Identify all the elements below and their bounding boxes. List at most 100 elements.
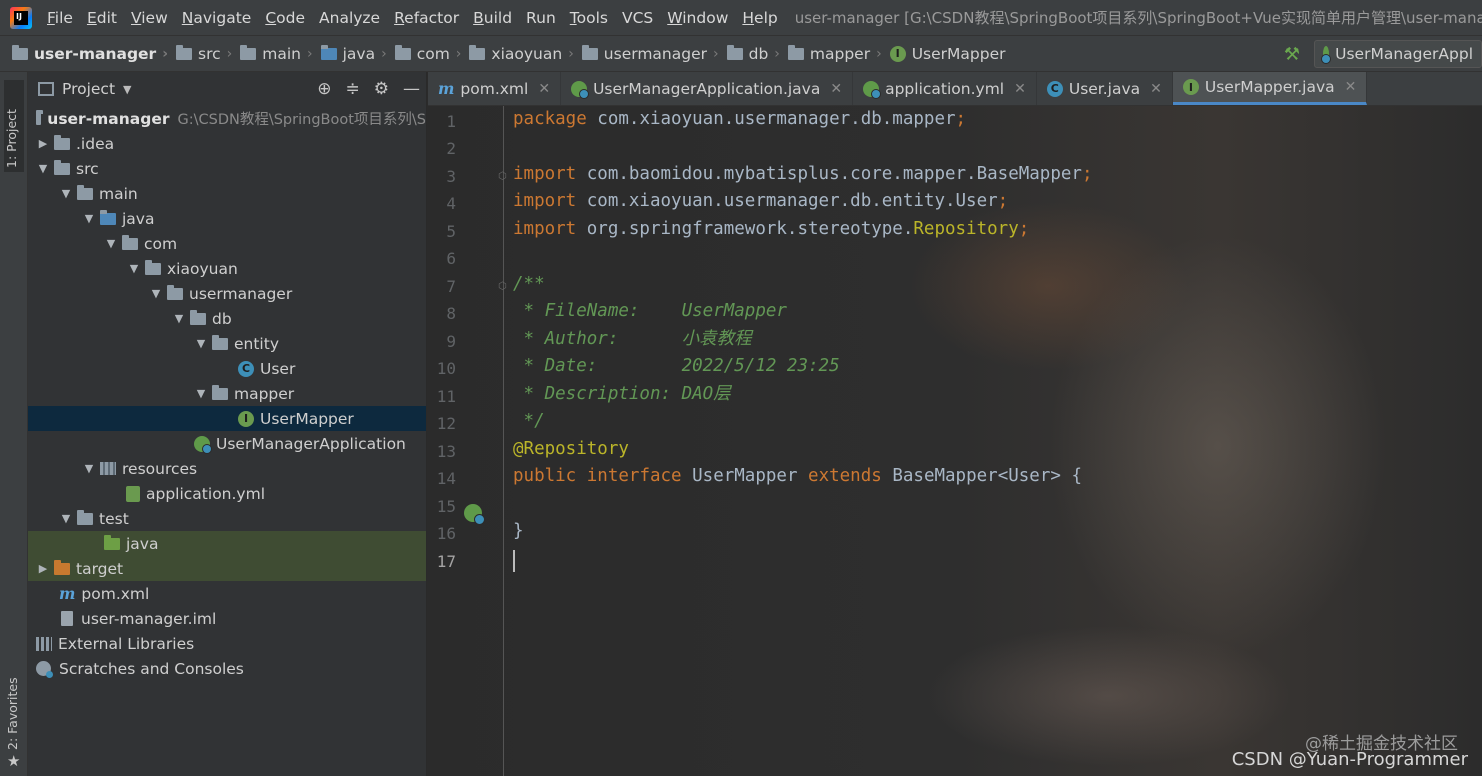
- tree-item-user-manager-iml[interactable]: user-manager.iml: [28, 606, 426, 631]
- tab-usermanagerapplication[interactable]: UserManagerApplication.java ✕: [561, 72, 854, 105]
- close-icon[interactable]: ✕: [1014, 81, 1026, 97]
- close-icon[interactable]: ✕: [1150, 81, 1162, 97]
- breadcrumb-com[interactable]: com ›: [387, 44, 461, 63]
- menu-file[interactable]: File: [40, 9, 80, 27]
- code-editor[interactable]: package com.xiaoyuan.usermanager.db.mapp…: [513, 106, 1473, 776]
- code-line-13: @Repository: [513, 439, 629, 459]
- tree-item-test[interactable]: ▼ test: [28, 506, 426, 531]
- resources-folder-icon: [100, 462, 116, 475]
- chevron-down-icon[interactable]: ▼: [82, 212, 96, 225]
- collapse-all-icon[interactable]: ≑: [346, 79, 360, 99]
- tree-item-mapper[interactable]: ▼ mapper: [28, 381, 426, 406]
- code-line-10: * Date: 2022/5/12 23:25: [513, 356, 840, 376]
- breadcrumb-xiaoyuan[interactable]: xiaoyuan ›: [461, 44, 574, 63]
- project-tool-button[interactable]: 1: Project: [4, 80, 24, 172]
- class-icon: C: [1046, 80, 1063, 97]
- tab-application-yml[interactable]: application.yml ✕: [853, 72, 1037, 105]
- breadcrumb-mapper[interactable]: mapper ›: [780, 44, 882, 63]
- chevron-down-icon[interactable]: ▼: [82, 462, 96, 475]
- tree-item-user[interactable]: C User: [28, 356, 426, 381]
- menu-view[interactable]: View: [124, 9, 175, 27]
- tree-item-java[interactable]: ▼ java: [28, 206, 426, 231]
- tree-item-user-manager[interactable]: user-manager G:\CSDN教程\SpringBoot项目系列\S: [28, 106, 426, 131]
- menu-edit[interactable]: Edit: [80, 9, 124, 27]
- breadcrumb-src[interactable]: src ›: [168, 44, 232, 63]
- breadcrumb-usermapper[interactable]: I UserMapper: [882, 45, 1006, 63]
- tree-item-com[interactable]: ▼ com: [28, 231, 426, 256]
- breadcrumb-java[interactable]: java ›: [313, 44, 387, 63]
- breadcrumb-db[interactable]: db ›: [719, 44, 780, 63]
- tree-item-db[interactable]: ▼ db: [28, 306, 426, 331]
- menu-run[interactable]: Run: [519, 9, 563, 27]
- tab-usermapper-java[interactable]: I UserMapper.java ✕: [1172, 72, 1368, 105]
- code-line-5: import org.springframework.stereotype.Re…: [513, 219, 1030, 239]
- menu-refactor[interactable]: Refactor: [387, 9, 466, 27]
- folder-icon: [77, 184, 93, 200]
- project-panel: Project ▼ ⊕ ≑ ⚙ — user-manager G:\CSDN教程\…: [28, 72, 427, 776]
- fold-marker-icon[interactable]: ⬡: [498, 171, 507, 182]
- tab-pom-xml[interactable]: m pom.xml ✕: [428, 72, 562, 105]
- tree-item-application-yml[interactable]: application.yml: [28, 481, 426, 506]
- line-number: 5: [446, 222, 456, 241]
- tab-user-java[interactable]: C User.java ✕: [1037, 72, 1173, 105]
- tree-item-usermapper[interactable]: I UserMapper: [28, 406, 426, 431]
- chevron-down-icon[interactable]: ▼: [59, 512, 73, 525]
- chevron-down-icon[interactable]: ▼: [127, 262, 141, 275]
- spring-boot-class-icon: [571, 80, 590, 99]
- spring-bean-gutter-icon[interactable]: [464, 504, 485, 525]
- star-icon[interactable]: ★: [7, 752, 20, 770]
- close-icon[interactable]: ✕: [538, 81, 550, 97]
- locate-file-icon[interactable]: ⊕: [317, 79, 331, 99]
- chevron-down-icon[interactable]: ▼: [123, 83, 131, 96]
- window-title: user-manager [G:\CSDN教程\SpringBoot项目系列\S…: [794, 9, 1482, 27]
- tree-item-resources[interactable]: ▼ resources: [28, 456, 426, 481]
- tree-item-idea[interactable]: ▶ .idea: [28, 131, 426, 156]
- run-configuration-select[interactable]: UserManagerAppl: [1314, 40, 1482, 68]
- tree-item-scratches[interactable]: Scratches and Consoles: [28, 656, 426, 681]
- chevron-down-icon[interactable]: ▼: [104, 237, 118, 250]
- tree-item-target[interactable]: ▶ target: [28, 556, 426, 581]
- chevron-right-icon[interactable]: ▶: [36, 562, 50, 575]
- close-icon[interactable]: ✕: [830, 81, 842, 97]
- tree-item-test-java[interactable]: java: [28, 531, 426, 556]
- chevron-down-icon[interactable]: ▼: [149, 287, 163, 300]
- chevron-right-icon[interactable]: ▶: [36, 137, 50, 150]
- menu-navigate[interactable]: Navigate: [175, 9, 259, 27]
- code-line-14: public interface UserMapper extends Base…: [513, 466, 1082, 486]
- tree-item-entity[interactable]: ▼ entity: [28, 331, 426, 356]
- fold-marker-icon[interactable]: ⬡: [498, 281, 507, 292]
- chevron-down-icon[interactable]: ▼: [194, 387, 208, 400]
- tree-item-external-libraries[interactable]: External Libraries: [28, 631, 426, 656]
- menu-tools[interactable]: Tools: [563, 9, 615, 27]
- tree-item-xiaoyuan[interactable]: ▼ xiaoyuan: [28, 256, 426, 281]
- hide-panel-icon[interactable]: —: [403, 79, 420, 99]
- line-number: 15: [436, 497, 456, 516]
- chevron-down-icon[interactable]: ▼: [194, 337, 208, 350]
- breadcrumb-usermanager[interactable]: usermanager ›: [574, 44, 719, 63]
- menu-help[interactable]: Help: [735, 9, 784, 27]
- tree-item-pom-xml[interactable]: m pom.xml: [28, 581, 426, 606]
- tree-item-usermanager[interactable]: ▼ usermanager: [28, 281, 426, 306]
- project-panel-title[interactable]: Project: [62, 80, 115, 98]
- editor-gutter[interactable]: 1 2 3 4 5 6 7 8 9 10 11 12 13 14 15 16 1…: [428, 106, 507, 776]
- menu-vcs[interactable]: VCS: [615, 9, 660, 27]
- menu-analyze[interactable]: Analyze: [312, 9, 387, 27]
- chevron-down-icon[interactable]: ▼: [172, 312, 186, 325]
- menu-window[interactable]: Window: [660, 9, 735, 27]
- close-icon[interactable]: ✕: [1345, 79, 1357, 95]
- breadcrumb-main[interactable]: main ›: [232, 44, 313, 63]
- line-number: 14: [436, 469, 456, 488]
- chevron-down-icon[interactable]: ▼: [36, 162, 50, 175]
- folder-icon: [77, 509, 93, 525]
- favorites-tool-button[interactable]: 2: Favorites: [5, 670, 20, 750]
- tree-item-main[interactable]: ▼ main: [28, 181, 426, 206]
- breadcrumb-project[interactable]: user-manager ›: [0, 44, 168, 63]
- chevron-down-icon[interactable]: ▼: [59, 187, 73, 200]
- tree-item-src[interactable]: ▼ src: [28, 156, 426, 181]
- interface-icon: I: [238, 410, 254, 427]
- gear-icon[interactable]: ⚙: [374, 79, 389, 99]
- tree-item-usermanagerapplication[interactable]: UserManagerApplication: [28, 431, 426, 456]
- menu-build[interactable]: Build: [466, 9, 519, 27]
- menu-code[interactable]: Code: [258, 9, 312, 27]
- build-hammer-icon[interactable]: ⚒: [1284, 44, 1300, 65]
